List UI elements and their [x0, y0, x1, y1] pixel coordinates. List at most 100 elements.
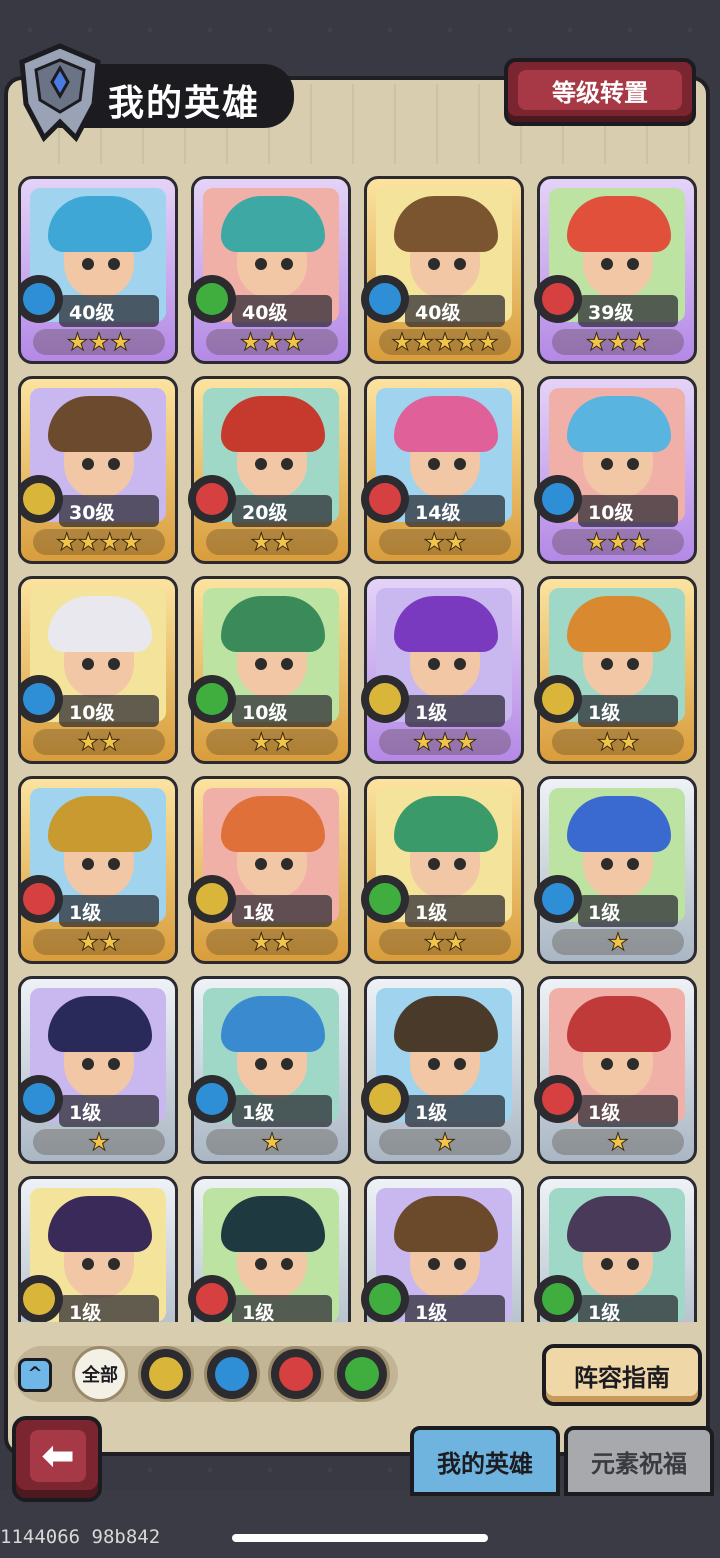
wood-element-icon	[188, 675, 236, 723]
hero-card[interactable]: 1级 ★	[534, 776, 697, 964]
hero-level: 1级	[59, 895, 159, 927]
hero-card[interactable]: 1级	[534, 1176, 697, 1322]
level-transfer-button[interactable]: 等级转置	[504, 58, 696, 126]
element-gem	[23, 883, 55, 915]
hero-level: 1级	[232, 1295, 332, 1322]
hero-star-rating: ★★★	[33, 329, 165, 356]
hero-hair	[567, 396, 671, 452]
tab-my-heroes[interactable]: 我的英雄	[410, 1426, 560, 1496]
hero-card[interactable]: 1级	[188, 1176, 351, 1322]
hero-eye	[601, 458, 613, 470]
hero-level: 1级	[405, 695, 505, 727]
hero-card[interactable]: 40级 ★★★	[18, 176, 178, 364]
hero-eye	[255, 658, 267, 670]
hero-star-rating: ★★★	[552, 529, 684, 556]
hero-card[interactable]: 1级 ★	[18, 976, 178, 1164]
hero-star-rating: ★★	[33, 929, 165, 956]
hero-star-rating: ★	[33, 1129, 165, 1156]
hero-card[interactable]: 14级 ★★	[361, 376, 524, 564]
hero-star-rating: ★★	[552, 729, 684, 756]
hero-eye	[82, 258, 94, 270]
hero-eye	[428, 1058, 440, 1070]
hero-level: 30级	[59, 495, 159, 527]
hero-eye	[281, 1258, 293, 1270]
filter-all-label: 全部	[82, 1365, 118, 1386]
hero-eye	[108, 1058, 120, 1070]
water-element-icon	[361, 275, 409, 323]
hero-eye	[281, 858, 293, 870]
hero-eye	[82, 1058, 94, 1070]
hero-hair	[221, 796, 325, 852]
element-gem	[542, 1283, 574, 1315]
filter-earth-button[interactable]	[138, 1346, 194, 1402]
hero-card[interactable]: 1级	[18, 1176, 178, 1322]
element-gem	[369, 283, 401, 315]
hero-card[interactable]: 1级 ★★	[361, 776, 524, 964]
hero-hair	[48, 196, 152, 252]
hero-eye	[82, 1258, 94, 1270]
hero-card[interactable]: 1级 ★★★	[361, 576, 524, 764]
hero-card[interactable]: 30级 ★★★★	[18, 376, 178, 564]
filter-water-button[interactable]	[204, 1346, 260, 1402]
hero-hair	[221, 396, 325, 452]
water-element-icon	[534, 875, 582, 923]
hero-eye	[281, 1058, 293, 1070]
hero-card[interactable]: 10级 ★★	[188, 576, 351, 764]
hero-card[interactable]: 40级 ★★★★★	[361, 176, 524, 364]
hero-hair	[394, 396, 498, 452]
hero-card[interactable]: 1级 ★★	[534, 576, 697, 764]
hero-eye	[454, 1058, 466, 1070]
hero-card[interactable]: 1级 ★★	[18, 776, 178, 964]
filter-all-button[interactable]: 全部	[72, 1346, 128, 1402]
hero-star-rating: ★★★	[379, 729, 511, 756]
hero-level: 14级	[405, 495, 505, 527]
filter-collapse-toggle[interactable]: ^	[18, 1358, 52, 1392]
tab-element-blessing[interactable]: 元素祝福	[564, 1426, 714, 1496]
element-gem	[23, 1083, 55, 1115]
hero-hair	[48, 996, 152, 1052]
element-gem	[369, 483, 401, 515]
filter-fire-button[interactable]	[268, 1346, 324, 1402]
hero-card[interactable]: 10级 ★★	[18, 576, 178, 764]
hero-card[interactable]: 1级	[361, 1176, 524, 1322]
hero-hair	[48, 396, 152, 452]
hero-card[interactable]: 20级 ★★	[188, 376, 351, 564]
hero-card[interactable]: 1级 ★	[188, 976, 351, 1164]
hero-star-rating: ★★★★★	[379, 329, 511, 356]
earth-element-icon	[149, 1357, 183, 1391]
filter-wood-button[interactable]	[334, 1346, 390, 1402]
hero-level: 39级	[578, 295, 678, 327]
hero-hair	[567, 796, 671, 852]
hero-card[interactable]: 1级 ★	[361, 976, 524, 1164]
hero-card[interactable]: 40级 ★★★	[188, 176, 351, 364]
hero-level: 40级	[232, 295, 332, 327]
hero-level: 1级	[578, 1095, 678, 1127]
hero-level: 1级	[232, 895, 332, 927]
hero-card[interactable]: 1级 ★★	[188, 776, 351, 964]
hero-grid: 40级 ★★★ 40级 ★★★ 40级 ★★★★★ 39级 ★★★ 30级 ★★★★ 20级 ★★ 14…	[18, 176, 700, 1322]
helmet-icon	[19, 43, 101, 142]
hero-eye	[108, 458, 120, 470]
hero-card[interactable]: 1级 ★	[534, 976, 697, 1164]
element-gem	[23, 1283, 55, 1315]
hero-eye	[627, 1058, 639, 1070]
hero-star-rating: ★	[379, 1129, 511, 1156]
hero-card[interactable]: 39级 ★★★	[534, 176, 697, 364]
earth-element-icon	[188, 875, 236, 923]
hero-eye	[454, 858, 466, 870]
back-button[interactable]: ⬅	[12, 1416, 102, 1502]
lineup-guide-button[interactable]: 阵容指南	[542, 1344, 702, 1406]
wood-element-icon	[361, 1275, 409, 1322]
hero-eye	[428, 858, 440, 870]
element-gem	[196, 483, 228, 515]
hero-eye	[601, 858, 613, 870]
hero-star-rating: ★★	[206, 729, 338, 756]
hero-hair	[221, 996, 325, 1052]
hero-level: 1级	[405, 1295, 505, 1322]
hero-star-rating: ★★	[206, 929, 338, 956]
hero-eye	[108, 658, 120, 670]
home-indicator[interactable]	[232, 1534, 488, 1542]
hero-level: 1级	[405, 895, 505, 927]
hero-card[interactable]: 10级 ★★★	[534, 376, 697, 564]
fire-element-icon	[188, 1275, 236, 1322]
